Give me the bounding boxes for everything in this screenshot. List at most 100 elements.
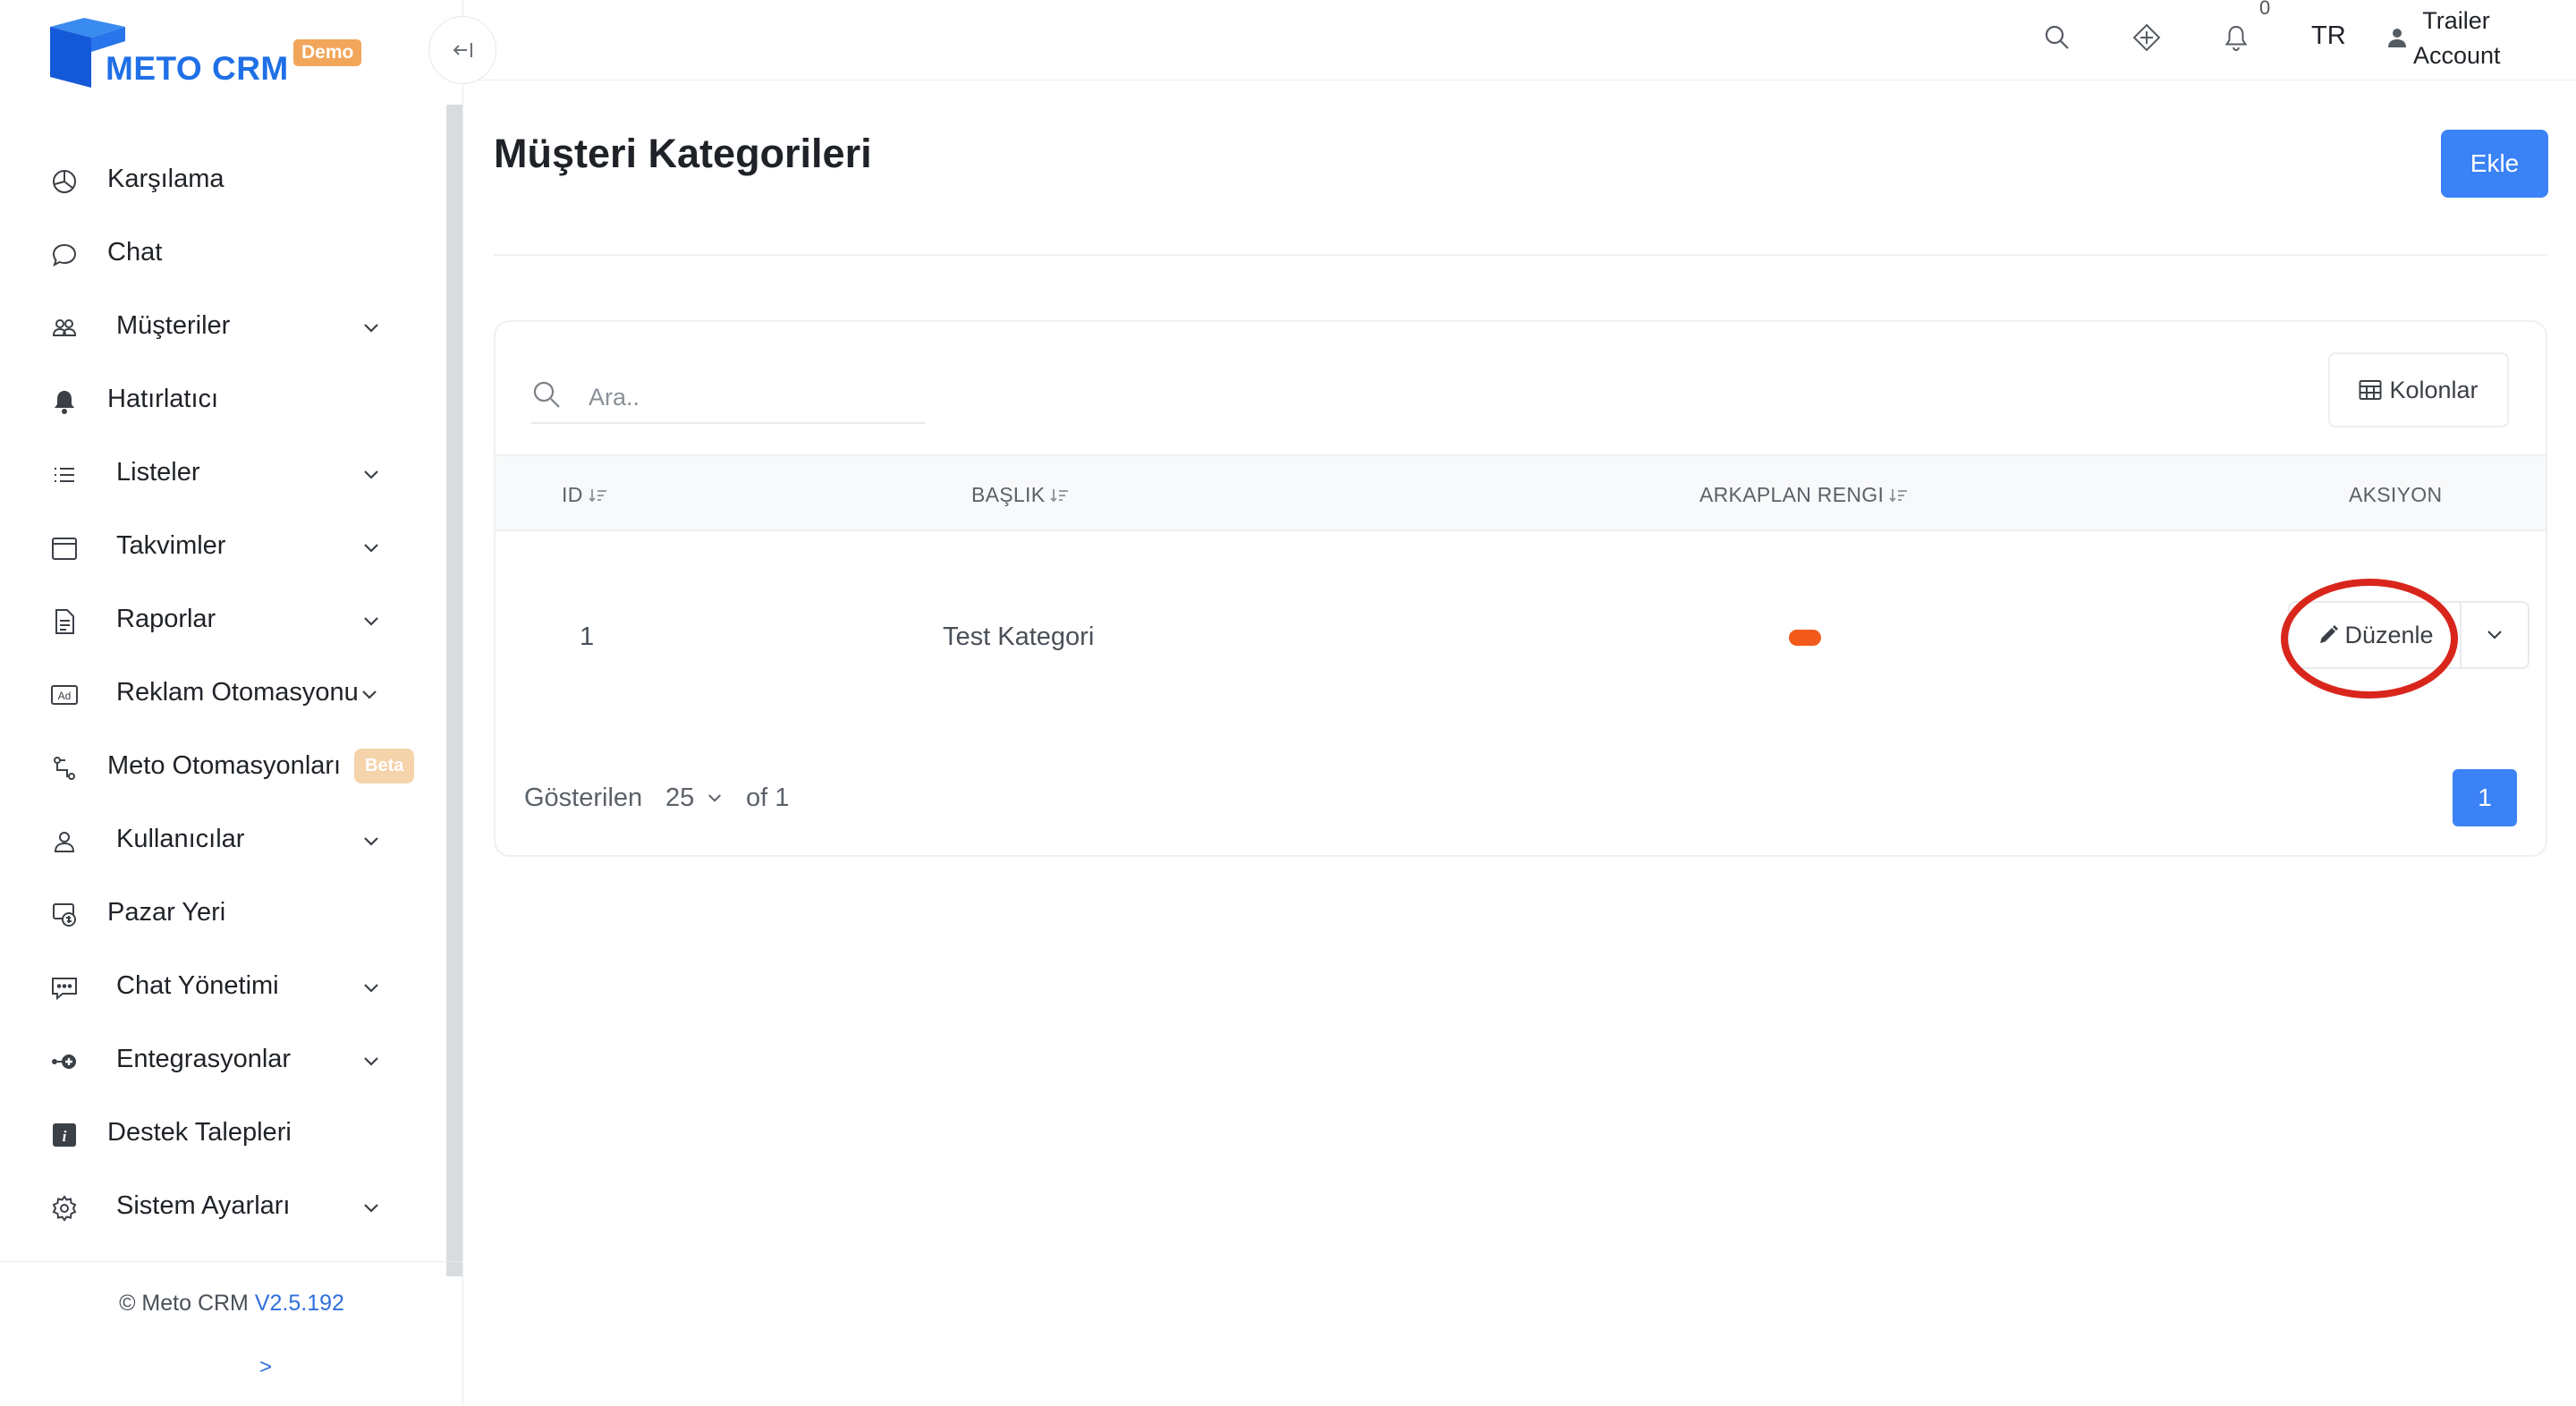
page-count-label: of 1 — [746, 783, 790, 812]
calendar-icon — [50, 534, 79, 563]
sidebar-item-kullanicilar[interactable]: Kullanıcılar — [0, 805, 438, 878]
categories-table-card: Kolonlar ID BAŞLIK ARKAPLAN RENGI AKSIYO… — [494, 320, 2547, 857]
sidebar-item-reklam-otomasyonu[interactable]: Ad Reklam Otomasyonu — [0, 658, 438, 732]
chevron-down-icon — [360, 1050, 383, 1073]
copyright-text: © Meto CRM V2.5.192 — [0, 1291, 463, 1317]
collapse-left-icon — [453, 43, 472, 57]
sort-icon[interactable] — [588, 487, 608, 504]
info-icon: i — [50, 1121, 79, 1149]
sidebar-item-label: Hatırlatıcı — [107, 385, 219, 413]
cell-id: 1 — [580, 623, 595, 651]
search-box[interactable] — [531, 374, 925, 424]
svg-text:i: i — [63, 1128, 67, 1145]
table-header: ID BAŞLIK ARKAPLAN RENGI AKSIYON — [496, 454, 2546, 531]
column-header-label: AKSIYON — [2349, 483, 2443, 506]
sidebar-item-destek-talepleri[interactable]: i Destek Talepleri — [0, 1098, 438, 1172]
search-input[interactable] — [589, 379, 911, 415]
marketplace-icon — [50, 901, 79, 929]
column-header-label: ARKAPLAN RENGI — [1699, 483, 1885, 506]
chevron-down-icon — [358, 683, 381, 707]
sidebar-item-label: Listeler — [116, 458, 200, 487]
row-actions-dropdown[interactable] — [2460, 601, 2529, 669]
search-icon — [533, 381, 560, 408]
notification-count: 0 — [2259, 0, 2271, 19]
sidebar-footer: © Meto CRM V2.5.192 > — [0, 1261, 463, 1406]
bell-icon — [50, 387, 79, 416]
add-button[interactable]: Ekle — [2441, 130, 2548, 198]
collapse-sidebar-button[interactable] — [428, 16, 496, 84]
sidebar-item-label: Destek Talepleri — [107, 1118, 292, 1147]
table-columns-icon — [2359, 380, 2382, 400]
sidebar-item-label: Sistem Ayarları — [116, 1191, 291, 1220]
column-header-title[interactable]: BAŞLIK — [971, 483, 1070, 507]
chat-bubble-icon — [50, 241, 79, 269]
dashboard-icon — [50, 167, 79, 196]
ad-icon: Ad — [50, 681, 79, 709]
sidebar-item-meto-otomasyonlari[interactable]: Meto Otomasyonları Beta — [0, 732, 438, 805]
columns-button[interactable]: Kolonlar — [2328, 352, 2509, 428]
chevron-down-icon — [708, 793, 722, 802]
integration-icon — [50, 1047, 79, 1076]
sidebar-nav: Karşılama Chat Müşteriler Hatırlatıcı Li… — [0, 145, 438, 1245]
chevron-down-icon — [360, 317, 383, 340]
column-header-label: BAŞLIK — [971, 483, 1046, 506]
sidebar-item-sistem-ayarlari[interactable]: Sistem Ayarları — [0, 1172, 438, 1245]
sidebar-item-label: Müşteriler — [116, 311, 231, 340]
chevron-down-icon — [360, 610, 383, 633]
column-header-action: AKSIYON — [2349, 483, 2442, 507]
sidebar-item-entegrasyonlar[interactable]: Entegrasyonlar — [0, 1025, 438, 1098]
pencil-icon — [2320, 625, 2339, 643]
sort-icon[interactable] — [1889, 487, 1909, 504]
column-header-id[interactable]: ID — [562, 483, 608, 507]
sidebar-item-label: Pazar Yeri — [107, 898, 226, 927]
sidebar-item-label: Meto Otomasyonları — [107, 751, 342, 780]
chevron-down-icon — [360, 977, 383, 1000]
sidebar-item-musteriler[interactable]: Müşteriler — [0, 292, 438, 365]
workflow-icon — [50, 754, 79, 783]
beta-badge: Beta — [354, 749, 415, 783]
page-title: Müşteri Kategorileri — [494, 131, 872, 176]
account-menu[interactable]: Trailer Account — [2413, 4, 2501, 73]
pagination-bar: Gösterilen 25 of 1 1 — [496, 769, 2546, 841]
cell-title: Test Kategori — [943, 623, 1095, 651]
shortcuts-diamond-icon[interactable] — [2129, 20, 2165, 55]
title-divider — [494, 254, 2547, 256]
sidebar-item-label: Chat Yönetimi — [116, 971, 279, 1000]
list-icon — [50, 461, 79, 489]
sidebar-item-label: Raporlar — [116, 605, 216, 633]
edit-button-label: Düzenle — [2344, 621, 2434, 648]
expand-sidebar-button[interactable]: > — [259, 1355, 272, 1380]
language-selector[interactable]: TR — [2311, 21, 2346, 51]
page-button-1[interactable]: 1 — [2453, 769, 2517, 826]
user-icon — [50, 827, 79, 856]
chat-settings-icon — [50, 974, 79, 1003]
sidebar-item-raporlar[interactable]: Raporlar — [0, 585, 438, 658]
chevron-down-icon — [360, 1197, 383, 1220]
sidebar-item-pazar-yeri[interactable]: Pazar Yeri — [0, 878, 438, 952]
account-line1: Trailer — [2422, 7, 2490, 34]
sort-icon[interactable] — [1050, 487, 1070, 504]
page-size-select[interactable]: 25 — [665, 778, 723, 817]
svg-text:Ad: Ad — [58, 690, 72, 702]
sidebar-item-karsilama[interactable]: Karşılama — [0, 145, 438, 218]
column-header-bg-color[interactable]: ARKAPLAN RENGI — [1699, 483, 1909, 507]
version-link[interactable]: V2.5.192 — [255, 1291, 344, 1316]
logo[interactable]: METO CRM Demo — [48, 14, 370, 88]
shown-label: Gösterilen — [524, 783, 643, 812]
sidebar-item-chat[interactable]: Chat — [0, 218, 438, 292]
sidebar-item-label: Karşılama — [107, 165, 225, 193]
search-icon[interactable] — [2039, 20, 2075, 55]
account-icon[interactable] — [2385, 25, 2410, 50]
demo-badge: Demo — [293, 39, 362, 66]
sidebar-scrollbar[interactable] — [446, 105, 462, 1276]
sidebar-item-label: Reklam Otomasyonu — [116, 678, 359, 707]
cell-bg-color-swatch — [1789, 630, 1821, 646]
sidebar-item-chat-yonetimi[interactable]: Chat Yönetimi — [0, 952, 438, 1025]
sidebar-item-hatirlatici[interactable]: Hatırlatıcı — [0, 365, 438, 438]
edit-button[interactable]: Düzenle — [2288, 601, 2462, 669]
column-header-label: ID — [562, 483, 583, 506]
notification-bell-icon[interactable] — [2218, 20, 2254, 55]
sidebar-item-takvimler[interactable]: Takvimler — [0, 512, 438, 585]
sidebar-item-label: Chat — [107, 238, 163, 267]
sidebar-item-listeler[interactable]: Listeler — [0, 438, 438, 512]
